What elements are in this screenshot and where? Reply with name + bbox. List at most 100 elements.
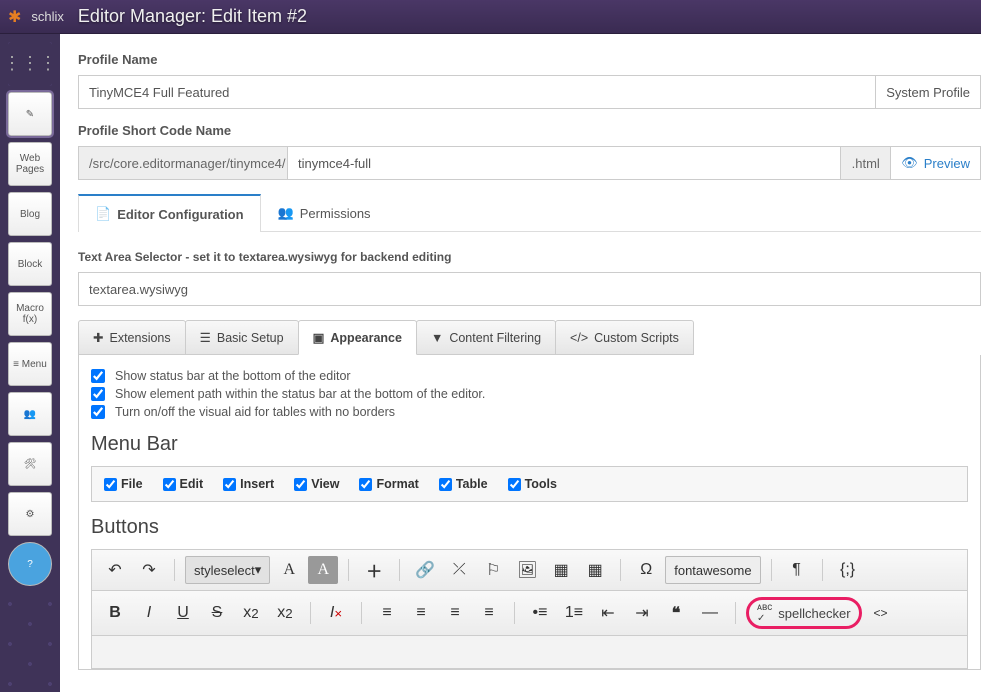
short-code-prefix: /src/core.editormanager/tinymce4/ bbox=[78, 146, 288, 180]
content-area: Profile Name System Profile Profile Shor… bbox=[60, 34, 981, 692]
styleselect-dropdown[interactable]: styleselect ▾ bbox=[185, 556, 270, 584]
separator bbox=[822, 559, 823, 581]
align-center-icon[interactable]: ≡ bbox=[406, 599, 436, 627]
sidebar-item-users[interactable]: 👥 bbox=[8, 392, 52, 436]
removeformat-icon[interactable]: I× bbox=[321, 599, 351, 627]
mb-format[interactable]: Format bbox=[359, 477, 418, 491]
itab-content-filtering[interactable]: ▼ Content Filtering bbox=[416, 320, 556, 355]
short-code-ext: .html bbox=[841, 146, 891, 180]
outdent-icon[interactable]: ⇤ bbox=[593, 599, 623, 627]
unlink-icon[interactable]: ⤫ bbox=[444, 556, 474, 584]
charmap-icon[interactable]: Ω bbox=[631, 556, 661, 584]
mb-table[interactable]: Table bbox=[439, 477, 488, 491]
sidebar-item-macro[interactable]: Macro f(x) bbox=[8, 292, 52, 336]
checkbox-visual-aid[interactable] bbox=[91, 405, 105, 419]
strikethrough-icon[interactable]: S bbox=[202, 599, 232, 627]
mb-insert[interactable]: Insert bbox=[223, 477, 274, 491]
sidebar-item-help[interactable]: ? bbox=[8, 542, 52, 586]
mb-tools[interactable]: Tools bbox=[508, 477, 557, 491]
mb-view[interactable]: View bbox=[294, 477, 339, 491]
spellcheck-icon: ᴀʙᴄ✓ bbox=[757, 602, 772, 624]
table-icon[interactable]: ▦ bbox=[580, 556, 610, 584]
sidebar-item-tools[interactable]: 🛠 bbox=[8, 442, 52, 486]
tab-editor-configuration[interactable]: 📄 Editor Configuration bbox=[78, 194, 261, 232]
sidebar-item-settings[interactable]: ⚙ bbox=[8, 492, 52, 536]
mb-file[interactable]: File bbox=[104, 477, 143, 491]
main-tabs: 📄 Editor Configuration 👥 Permissions bbox=[78, 194, 981, 232]
separator bbox=[361, 602, 362, 624]
hr-icon[interactable]: — bbox=[695, 599, 725, 627]
redo-icon[interactable]: ↷ bbox=[134, 556, 164, 584]
itab-extensions[interactable]: ✚ Extensions bbox=[78, 320, 186, 355]
separator bbox=[771, 559, 772, 581]
sidebar-item-block[interactable]: Block bbox=[8, 242, 52, 286]
blockquote-icon[interactable]: ❝ bbox=[661, 599, 691, 627]
textarea-selector-input[interactable] bbox=[78, 272, 981, 306]
subscript-icon[interactable]: x2 bbox=[236, 599, 266, 627]
numlist-icon[interactable]: 1≡ bbox=[559, 599, 589, 627]
braces-icon[interactable]: {;} bbox=[833, 556, 863, 584]
short-code-input[interactable] bbox=[288, 146, 841, 180]
separator bbox=[348, 559, 349, 581]
bullist-icon[interactable]: •≡ bbox=[525, 599, 555, 627]
separator bbox=[310, 602, 311, 624]
fontawesome-button[interactable]: fontawesome bbox=[665, 556, 760, 584]
spellchecker-highlight: ᴀʙᴄ✓ spellchecker bbox=[746, 597, 862, 629]
itab-appearance[interactable]: ▣ Appearance bbox=[298, 320, 417, 355]
separator bbox=[514, 602, 515, 624]
code-icon[interactable]: <> bbox=[866, 599, 896, 627]
system-profile-badge: System Profile bbox=[876, 75, 981, 109]
image-icon[interactable]: 🖼 bbox=[512, 556, 542, 584]
bold-icon[interactable]: B bbox=[100, 599, 130, 627]
check-element-path[interactable]: Show element path within the status bar … bbox=[91, 387, 968, 401]
buttons-heading: Buttons bbox=[91, 516, 968, 539]
tab-permissions[interactable]: 👥 Permissions bbox=[261, 194, 388, 231]
link-icon[interactable]: 🔗 bbox=[410, 556, 440, 584]
toolbar-row-3-empty[interactable] bbox=[91, 635, 968, 669]
eye-icon: 👁 bbox=[901, 155, 918, 171]
plus-icon[interactable]: ＋ bbox=[359, 556, 389, 584]
superscript-icon[interactable]: x2 bbox=[270, 599, 300, 627]
checkbox-status-bar[interactable] bbox=[91, 369, 105, 383]
inner-tabs: ✚ Extensions ☰ Basic Setup ▣ Appearance … bbox=[78, 320, 981, 355]
italic-icon[interactable]: I bbox=[134, 599, 164, 627]
align-justify-icon[interactable]: ≡ bbox=[474, 599, 504, 627]
menu-bar-heading: Menu Bar bbox=[91, 433, 968, 456]
sidebar-item-apps-grid[interactable]: ⋮⋮⋮ bbox=[8, 42, 52, 86]
brand-text: schlix bbox=[31, 9, 64, 24]
funnel-icon: ▼ bbox=[431, 331, 443, 345]
sidebar: ⋮⋮⋮ ✎ Web Pages Blog Block Macro f(x) ≡ … bbox=[0, 34, 60, 692]
checkbox-element-path[interactable] bbox=[91, 387, 105, 401]
profile-name-input[interactable] bbox=[78, 75, 876, 109]
check-visual-aid[interactable]: Turn on/off the visual aid for tables wi… bbox=[91, 405, 968, 419]
forecolor-icon[interactable]: A bbox=[274, 556, 304, 584]
undo-icon[interactable]: ↶ bbox=[100, 556, 130, 584]
separator bbox=[174, 559, 175, 581]
backcolor-icon[interactable]: A bbox=[308, 556, 338, 584]
underline-icon[interactable]: U bbox=[168, 599, 198, 627]
spellchecker-button[interactable]: spellchecker bbox=[778, 606, 850, 621]
sidebar-item-menu[interactable]: ≡ Menu bbox=[8, 342, 52, 386]
mb-edit[interactable]: Edit bbox=[163, 477, 204, 491]
pilcrow-icon[interactable]: ¶ bbox=[782, 556, 812, 584]
align-left-icon[interactable]: ≡ bbox=[372, 599, 402, 627]
itab-basic-setup[interactable]: ☰ Basic Setup bbox=[185, 320, 299, 355]
align-right-icon[interactable]: ≡ bbox=[440, 599, 470, 627]
puzzle-icon: ✚ bbox=[93, 330, 103, 345]
bookmark-icon[interactable]: ⚐ bbox=[478, 556, 508, 584]
top-bar: ✱ schlix Editor Manager: Edit Item #2 bbox=[0, 0, 981, 34]
window-icon: ▣ bbox=[313, 330, 325, 345]
page-title: Editor Manager: Edit Item #2 bbox=[78, 6, 307, 27]
media-icon[interactable]: ▦ bbox=[546, 556, 576, 584]
toolbar-row-1: ↶ ↷ styleselect ▾ A A ＋ 🔗 ⤫ ⚐ 🖼 ▦ bbox=[91, 549, 968, 591]
sidebar-item-blog[interactable]: Blog bbox=[8, 192, 52, 236]
itab-custom-scripts[interactable]: </> Custom Scripts bbox=[555, 320, 694, 355]
preview-button[interactable]: 👁 Preview bbox=[891, 146, 981, 180]
code-icon: </> bbox=[570, 331, 588, 345]
separator bbox=[399, 559, 400, 581]
users-icon: 👥 bbox=[278, 205, 294, 221]
sidebar-item-web-pages[interactable]: Web Pages bbox=[8, 142, 52, 186]
indent-icon[interactable]: ⇥ bbox=[627, 599, 657, 627]
sidebar-item-editor[interactable]: ✎ bbox=[8, 92, 52, 136]
check-status-bar[interactable]: Show status bar at the bottom of the edi… bbox=[91, 369, 968, 383]
